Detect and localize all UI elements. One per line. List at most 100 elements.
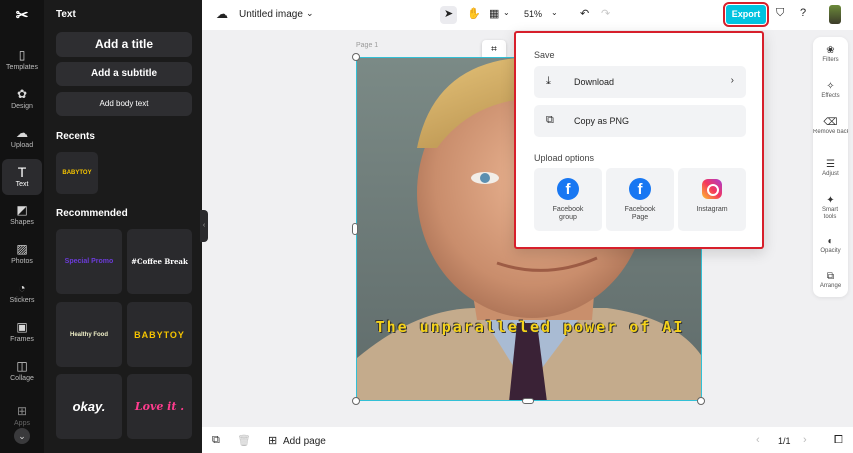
recommended-title: Recommended (56, 208, 128, 219)
rail-item-text[interactable]: T Text (2, 159, 42, 195)
rail-item-label: Shapes (10, 219, 34, 226)
chevron-down-icon[interactable]: ⌄ (503, 8, 510, 17)
facebook-icon: f (557, 178, 579, 200)
rail-item-label: Text (15, 181, 29, 188)
chevron-down-icon[interactable]: ⌄ (306, 8, 314, 19)
recommended-thumb[interactable]: Special Promo (56, 229, 122, 294)
rail-item-collage[interactable]: ◫ Collage (2, 357, 42, 393)
tool-label: Opacity (820, 248, 841, 254)
photos-icon: ▨ (16, 242, 28, 256)
download-button[interactable]: ⤓ Download › (534, 66, 746, 98)
copy-png-label: Copy as PNG (574, 116, 630, 126)
chevron-right-icon: › (730, 75, 734, 86)
rail-item-label: Upload (10, 142, 34, 149)
redo-icon[interactable]: ↷ (601, 7, 610, 20)
layout-icon[interactable]: ▦ (489, 7, 499, 20)
avatar[interactable] (829, 5, 841, 24)
upload-options-title: Upload options (534, 153, 595, 163)
add-body-text-button[interactable]: Add body text (56, 92, 192, 116)
tool-filters[interactable]: ❀ Filters (813, 44, 848, 64)
copy-as-png-button[interactable]: ⧉ Copy as PNG (534, 105, 746, 137)
apps-icon: ⊞ (16, 404, 28, 418)
rail-item-label: Photos (11, 258, 33, 265)
caption-text[interactable]: The unparalleled power of AI (357, 318, 701, 336)
facebook-page-option[interactable]: f Facebook Page (606, 168, 674, 231)
rail-item-design[interactable]: ✿ Design (2, 85, 42, 121)
pointer-icon[interactable]: ➤ (444, 7, 453, 20)
tool-remove-background[interactable]: ⌫ Remove backgr... (813, 116, 848, 136)
recommended-thumb[interactable]: BABYTOY (127, 302, 192, 367)
tool-smart-tools[interactable]: ✦ Smart tools (813, 194, 848, 221)
rail-item-stickers[interactable]: ◔ Stickers (2, 279, 42, 315)
tool-arrange[interactable]: ⧉ Arrange (813, 270, 848, 290)
hand-icon[interactable]: ✋ (467, 7, 481, 20)
chevron-down-icon[interactable]: ⌄ (551, 8, 558, 17)
shapes-icon: ◩ (16, 203, 28, 217)
eraser-icon: ⌫ (823, 117, 838, 128)
upload-icon: ☁ (16, 126, 28, 140)
next-page-icon[interactable]: › (803, 434, 807, 446)
tool-effects[interactable]: ✧ Effects (813, 80, 848, 100)
rail-item-photos[interactable]: ▨ Photos (2, 240, 42, 276)
option-label: Facebook group (552, 206, 584, 221)
opacity-icon: ◐ (827, 236, 834, 247)
tool-label: Remove backgr... (813, 129, 848, 135)
rail-item-label: Stickers (9, 297, 35, 304)
magic-wand-icon: ✦ (826, 195, 835, 206)
add-page-button[interactable]: Add page (283, 436, 326, 447)
recommended-thumb[interactable]: Healthy Food (56, 302, 122, 367)
recommended-thumb[interactable]: #Coffee Break (127, 229, 192, 294)
capcut-logo[interactable]: ✂ (12, 6, 32, 24)
save-section-title: Save (534, 50, 555, 60)
rail-item-label: Frames (10, 336, 34, 343)
tool-label: Filters (822, 57, 839, 63)
rail-item-label: Collage (10, 375, 34, 382)
duplicate-page-icon[interactable]: ⧉ (212, 434, 220, 447)
chevron-down-icon[interactable]: ⌄ (14, 428, 30, 444)
tool-opacity[interactable]: ◐ Opacity (813, 235, 848, 255)
resize-handle[interactable] (697, 397, 705, 405)
cloud-icon[interactable]: ☁ (216, 7, 228, 21)
resize-handle[interactable] (352, 223, 358, 235)
recommended-thumb[interactable]: okay. (56, 374, 122, 439)
export-button[interactable]: Export (723, 2, 769, 27)
rail-item-shapes[interactable]: ◩ Shapes (2, 201, 42, 237)
stickers-icon: ◔ (18, 281, 26, 295)
delete-page-icon[interactable]: 🗑 (237, 434, 251, 447)
shield-icon[interactable]: ⛉ (776, 7, 784, 20)
zoom-level[interactable]: 51% (524, 9, 542, 19)
right-tools: ❀ Filters ✧ Effects ⌫ Remove backgr... ☰… (813, 37, 848, 297)
recommended-thumb[interactable]: Love it . (127, 374, 192, 439)
panel-title: Text (56, 9, 76, 20)
rail-item-frames[interactable]: ▣ Frames (2, 318, 42, 354)
tool-label: Adjust (822, 171, 839, 177)
pages-panel-icon[interactable]: ⧠ (834, 434, 843, 447)
help-icon[interactable]: ? (800, 7, 806, 19)
effects-icon: ✧ (826, 81, 835, 92)
design-icon: ✿ (16, 87, 28, 101)
resize-handle[interactable] (522, 398, 534, 404)
text-panel: Text Add a title Add a subtitle Add body… (44, 0, 202, 453)
doc-title[interactable]: Untitled image (239, 9, 303, 20)
facebook-group-option[interactable]: f Facebook group (534, 168, 602, 231)
resize-handle[interactable] (352, 397, 360, 405)
instagram-option[interactable]: Instagram (678, 168, 746, 231)
resize-handle[interactable] (352, 53, 360, 61)
recent-text-thumb[interactable]: BABYTOY (56, 152, 98, 194)
rail-item-templates[interactable]: ▯ Templates (2, 46, 42, 82)
filters-icon: ❀ (826, 45, 835, 56)
tool-adjust[interactable]: ☰ Adjust (813, 158, 848, 178)
text-icon: T (17, 164, 27, 180)
collapse-panel-handle[interactable]: ‹ (200, 210, 208, 242)
add-subtitle-button[interactable]: Add a subtitle (56, 62, 192, 86)
prev-page-icon[interactable]: ‹ (756, 434, 760, 446)
recents-title: Recents (56, 131, 95, 142)
rail-item-label: Design (11, 103, 33, 110)
tool-label: Effects (821, 93, 840, 99)
add-title-button[interactable]: Add a title (56, 32, 192, 57)
templates-icon: ▯ (18, 48, 26, 62)
undo-icon[interactable]: ↶ (580, 7, 589, 20)
rail-item-upload[interactable]: ☁ Upload (2, 124, 42, 160)
add-page-icon[interactable]: ⊞ (268, 434, 277, 447)
page-label: Page 1 (356, 42, 379, 49)
